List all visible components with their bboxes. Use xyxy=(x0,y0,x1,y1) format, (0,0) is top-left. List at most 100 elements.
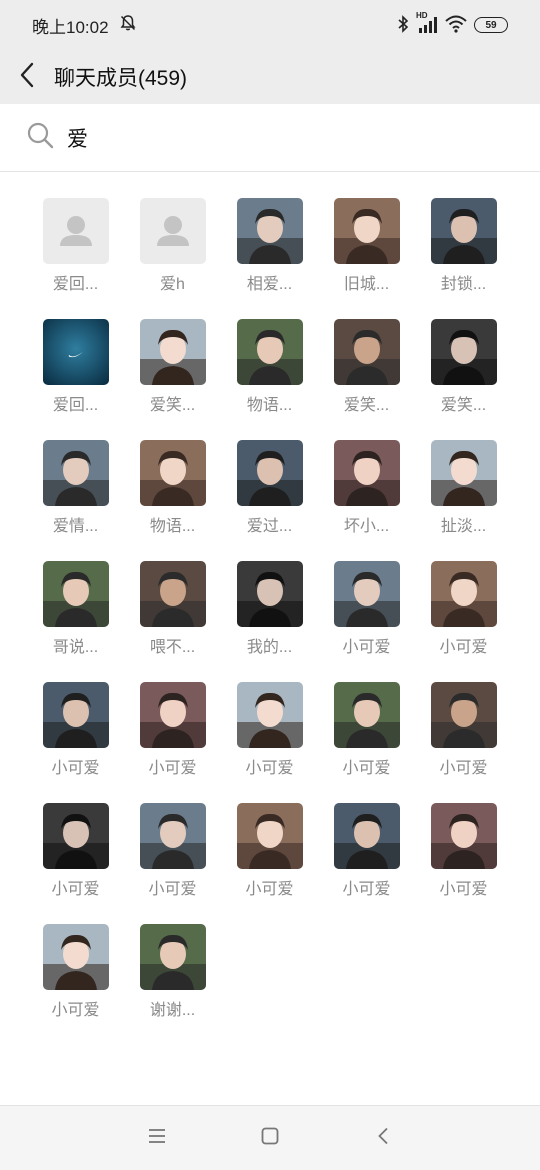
member-name: 爱h xyxy=(160,276,185,293)
member-name: 相爱... xyxy=(246,276,293,293)
member-item[interactable]: 小可爱 xyxy=(27,924,124,1036)
member-name: 小可爱 xyxy=(439,639,488,656)
member-name: 小可爱 xyxy=(342,881,391,898)
member-name: 小可爱 xyxy=(51,760,100,777)
member-name: 小可爱 xyxy=(51,1002,100,1019)
member-item[interactable]: 小可爱 xyxy=(221,682,318,794)
member-name: 爱笑... xyxy=(343,397,390,414)
member-name: 物语... xyxy=(149,518,196,535)
battery-indicator: 59 xyxy=(474,17,508,33)
member-name: 爱过... xyxy=(246,518,293,535)
member-item[interactable]: 小可爱 xyxy=(318,682,415,794)
search-input[interactable] xyxy=(67,125,497,150)
status-left: 晚上10:02 xyxy=(32,13,137,38)
member-item[interactable]: 小可爱 xyxy=(415,803,512,915)
member-name: 小可爱 xyxy=(245,881,294,898)
member-name: 爱回... xyxy=(52,276,99,293)
avatar xyxy=(139,803,206,869)
avatar xyxy=(139,561,206,627)
member-item[interactable]: 坏小... xyxy=(318,440,415,552)
search-bar[interactable] xyxy=(0,104,540,172)
member-name: 小可爱 xyxy=(51,881,100,898)
member-item[interactable]: 爱笑... xyxy=(318,319,415,431)
member-item[interactable]: 小可爱 xyxy=(415,682,512,794)
home-icon xyxy=(261,1127,279,1150)
member-item[interactable]: 爱回... xyxy=(27,198,124,310)
member-item[interactable]: 哥说... xyxy=(27,561,124,673)
header: 聊天成员(459) xyxy=(0,50,540,104)
member-item[interactable]: 物语... xyxy=(124,440,221,552)
member-name: 爱笑... xyxy=(149,397,196,414)
member-name: 扯淡... xyxy=(440,518,487,535)
member-item[interactable]: 小可爱 xyxy=(124,803,221,915)
member-name: 封锁... xyxy=(440,276,487,293)
member-item[interactable]: 爱情... xyxy=(27,440,124,552)
member-item[interactable]: 小可爱 xyxy=(221,803,318,915)
member-name: 小可爱 xyxy=(342,760,391,777)
avatar xyxy=(333,682,400,748)
avatar xyxy=(430,561,497,627)
avatar xyxy=(236,682,303,748)
avatar xyxy=(430,198,497,264)
member-item[interactable]: 爱h xyxy=(124,198,221,310)
avatar xyxy=(333,561,400,627)
avatar xyxy=(236,561,303,627)
status-right: HD 59 xyxy=(397,11,508,36)
member-name: 谢谢... xyxy=(149,1002,196,1019)
member-item[interactable]: 物语... xyxy=(221,319,318,431)
member-item[interactable]: 爱笑... xyxy=(415,319,512,431)
avatar xyxy=(236,803,303,869)
member-item[interactable]: 相爱... xyxy=(221,198,318,310)
member-name: 哥说... xyxy=(52,639,99,656)
avatar xyxy=(139,319,206,385)
avatar xyxy=(333,198,400,264)
member-item[interactable]: 喂不... xyxy=(124,561,221,673)
avatar xyxy=(333,803,400,869)
member-item[interactable]: 我的... xyxy=(221,561,318,673)
member-item[interactable]: 爱回... xyxy=(27,319,124,431)
avatar xyxy=(333,319,400,385)
nav-back-button[interactable] xyxy=(327,1106,440,1170)
page-title: 聊天成员(459) xyxy=(54,67,188,90)
member-name: 爱回... xyxy=(52,397,99,414)
member-item[interactable]: 小可爱 xyxy=(318,561,415,673)
member-item[interactable]: 小可爱 xyxy=(27,682,124,794)
member-name: 坏小... xyxy=(343,518,390,535)
bell-off-icon xyxy=(119,14,137,37)
member-item[interactable]: 小可爱 xyxy=(318,803,415,915)
menu-button[interactable] xyxy=(101,1106,214,1170)
avatar xyxy=(42,198,109,264)
member-item[interactable]: 扯淡... xyxy=(415,440,512,552)
status-time: 晚上10:02 xyxy=(32,17,109,37)
member-item[interactable]: 小可爱 xyxy=(124,682,221,794)
avatar xyxy=(236,440,303,506)
member-item[interactable]: 爱过... xyxy=(221,440,318,552)
member-item[interactable]: 小可爱 xyxy=(27,803,124,915)
member-item[interactable]: 小可爱 xyxy=(415,561,512,673)
avatar xyxy=(42,440,109,506)
member-name: 爱笑... xyxy=(440,397,487,414)
member-item[interactable]: 爱笑... xyxy=(124,319,221,431)
member-grid: 爱回... 爱h 相爱... 旧城... 封锁... 爱回... 爱笑... 物语... 爱笑.… xyxy=(27,198,513,1036)
member-name: 小可爱 xyxy=(342,639,391,656)
search-icon xyxy=(26,121,54,154)
member-name: 旧城... xyxy=(343,276,390,293)
avatar xyxy=(42,561,109,627)
avatar xyxy=(236,319,303,385)
member-item[interactable]: 旧城... xyxy=(318,198,415,310)
network-label: HD xyxy=(416,11,428,20)
navigation-bar xyxy=(0,1105,540,1170)
back-button[interactable] xyxy=(0,50,54,104)
avatar xyxy=(42,803,109,869)
status-bar: 晚上10:02 HD 59 xyxy=(0,0,540,50)
avatar xyxy=(236,198,303,264)
member-name: 物语... xyxy=(246,397,293,414)
member-item[interactable]: 谢谢... xyxy=(124,924,221,1036)
avatar xyxy=(430,440,497,506)
member-name: 小可爱 xyxy=(439,881,488,898)
home-button[interactable] xyxy=(214,1106,327,1170)
member-item[interactable]: 封锁... xyxy=(415,198,512,310)
member-name: 小可爱 xyxy=(148,760,197,777)
member-name: 小可爱 xyxy=(439,760,488,777)
avatar xyxy=(139,440,206,506)
